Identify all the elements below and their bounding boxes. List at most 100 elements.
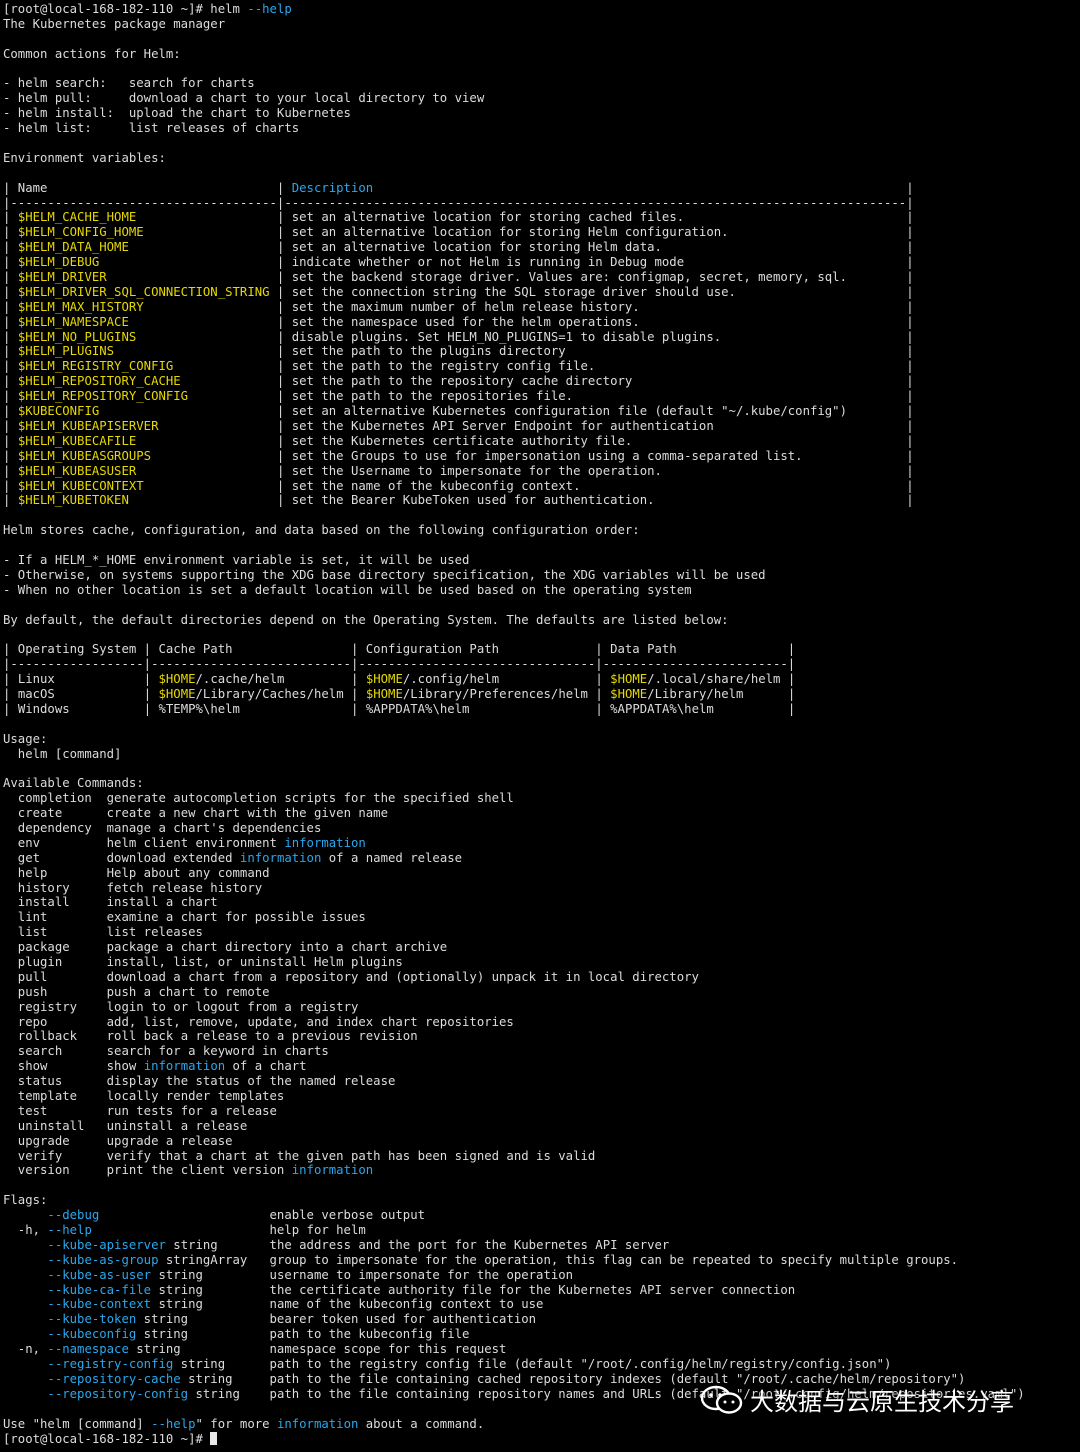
env-table-row: | $HELM_KUBEASUSER | set the Username to… [3,463,914,478]
command-row: pull download a chart from a repository … [3,969,699,984]
flag-row: --kube-apiserver string the address and … [47,1237,670,1252]
os-table-header: | Operating System | Cache Path | Config… [3,642,796,657]
os-table-divider: |------------------|--------------------… [3,657,796,672]
wechat-icon [700,1385,743,1414]
common-action-item: - helm list: list releases of charts [3,121,300,136]
command-name: completion [3,791,107,806]
command-row: status display the status of the named r… [3,1074,396,1089]
flag-row: -h, --help help for helm [3,1223,366,1238]
flag-name: --kube-token [47,1312,137,1327]
env-var-name: $HELM_KUBETOKEN [17,493,129,508]
flag-name: --namespace [47,1342,129,1357]
env-table-row: | $HELM_DRIVER_SQL_CONNECTION_STRING | s… [3,284,914,299]
env-table-divider: |------------------------------------|--… [3,195,914,210]
command-name: plugin [3,955,107,969]
env-var-name: $HELM_CONFIG_HOME [17,225,144,240]
section-header: Usage: [3,731,48,746]
command-row: get download extended information of a n… [3,850,463,865]
command-row: template locally render templates [3,1089,285,1104]
flag-name: --kube-as-user [47,1267,152,1282]
storage-bullet: - If a HELM_*_HOME environment variable … [3,552,470,567]
command-name: dependency [3,820,107,835]
flag-row: --registry-config string path to the reg… [47,1357,892,1372]
command-name: upgrade [3,1133,107,1148]
command-name: install [3,895,107,910]
command-name: env [3,835,107,850]
flag-row: -n, --namespace string namespace scope f… [3,1342,507,1357]
env-table-row: | $HELM_DRIVER | set the backend storage… [3,270,914,285]
env-var-name: $HELM_REGISTRY_CONFIG [17,359,174,374]
command-flag: --help [247,2,292,16]
flag-row: --kube-token string bearer token used fo… [47,1312,537,1327]
command-name: history [3,880,107,895]
env-table-row: | $HELM_KUBEAPISERVER | set the Kubernet… [3,418,914,433]
env-var-name: $HELM_PLUGINS [17,344,115,359]
command-row: version print the client version informa… [3,1163,374,1178]
env-table-row: | $HELM_NAMESPACE | set the namespace us… [3,314,914,329]
section-header: Common actions for Helm: [3,46,181,61]
command-name: search [3,1044,107,1059]
command-name: package [3,940,107,955]
common-action-item: - helm install: upload the chart to Kube… [3,106,351,121]
env-table-header: | Name | Description | [3,180,914,195]
command-name: rollback [3,1029,107,1044]
final-prompt[interactable]: [root@local-168-182-110 ~]# [3,1431,1025,1447]
command-name: lint [3,910,107,925]
flag-row: --kube-context string name of the kubeco… [47,1297,544,1312]
command-row: package package a chart directory into a… [3,940,448,955]
command-row: push push a chart to remote [3,984,270,999]
env-table-row: | $HELM_CONFIG_HOME | set an alternative… [3,225,914,240]
storage-bullet: - When no other location is set a defaul… [3,582,692,597]
env-var-name: $HELM_KUBEASUSER [17,463,137,478]
env-var-name: $KUBECONFIG [17,404,100,419]
command-row: registry login to or logout from a regis… [3,999,359,1014]
cursor[interactable] [210,1431,218,1445]
flag-row: --debug enable verbose output [47,1208,425,1223]
command-name: push [3,984,107,999]
flag-name: --debug [47,1208,100,1223]
common-action-item: - helm search: search for charts [3,76,255,91]
command-row: upgrade upgrade a release [3,1133,233,1148]
command-row: uninstall uninstall a release [3,1118,248,1133]
command-row: rollback roll back a release to a previo… [3,1029,418,1044]
command-row: dependency manage a chart's dependencies [3,820,322,835]
flag-name: --registry-config [47,1357,174,1372]
command-row: show show information of a chart [3,1059,307,1074]
flag-name: --repository-cache [47,1371,181,1386]
env-table-row: | $HELM_DATA_HOME | set an alternative l… [3,240,914,255]
command-row: list list releases [3,925,203,940]
env-table-row: | $KUBECONFIG | set an alternative Kuber… [3,404,914,419]
storage-bullet: - Otherwise, on systems supporting the X… [3,567,766,582]
command-name: template [3,1089,107,1104]
env-var-name: $HELM_REPOSITORY_CONFIG [17,389,189,404]
command-row: history fetch release history [3,880,263,895]
env-table-row: | $HELM_REPOSITORY_CONFIG | set the path… [3,389,914,404]
command-name: list [3,925,107,940]
env-var-name: $HELM_MAX_HISTORY [17,299,144,314]
env-var-name: $HELM_KUBEAPISERVER [17,418,159,433]
command-name: help [3,865,107,880]
flag-row: --kube-ca-file string the certificate au… [47,1282,796,1297]
env-table-row: | $HELM_PLUGINS | set the path to the pl… [3,344,914,359]
command-text: helm [210,2,248,16]
common-action-item: - helm pull: download a chart to your lo… [3,91,485,106]
env-table-row: | $HELM_KUBEASGROUPS | set the Groups to… [3,448,914,463]
defaults-text: By default, the default directories depe… [3,612,729,627]
os-table-row: | Windows | %TEMP%\helm | %APPDATA%\helm… [3,701,796,716]
help-title: The Kubernetes package manager [3,16,226,31]
command-name: registry [3,999,107,1014]
env-table-row: | $HELM_KUBECAFILE | set the Kubernetes … [3,433,914,448]
flag-row: --kubeconfig string path to the kubeconf… [47,1327,470,1342]
flag-name: --kubeconfig [47,1327,137,1342]
terminal-output[interactable]: [root@local-168-182-110 ~]# helm --help T… [3,2,1025,1446]
command-row: test run tests for a release [3,1103,277,1118]
flag-row: --kube-as-user string username to impers… [47,1267,574,1282]
section-header: Environment variables: [3,150,166,165]
command-row: lint examine a chart for possible issues [3,910,366,925]
